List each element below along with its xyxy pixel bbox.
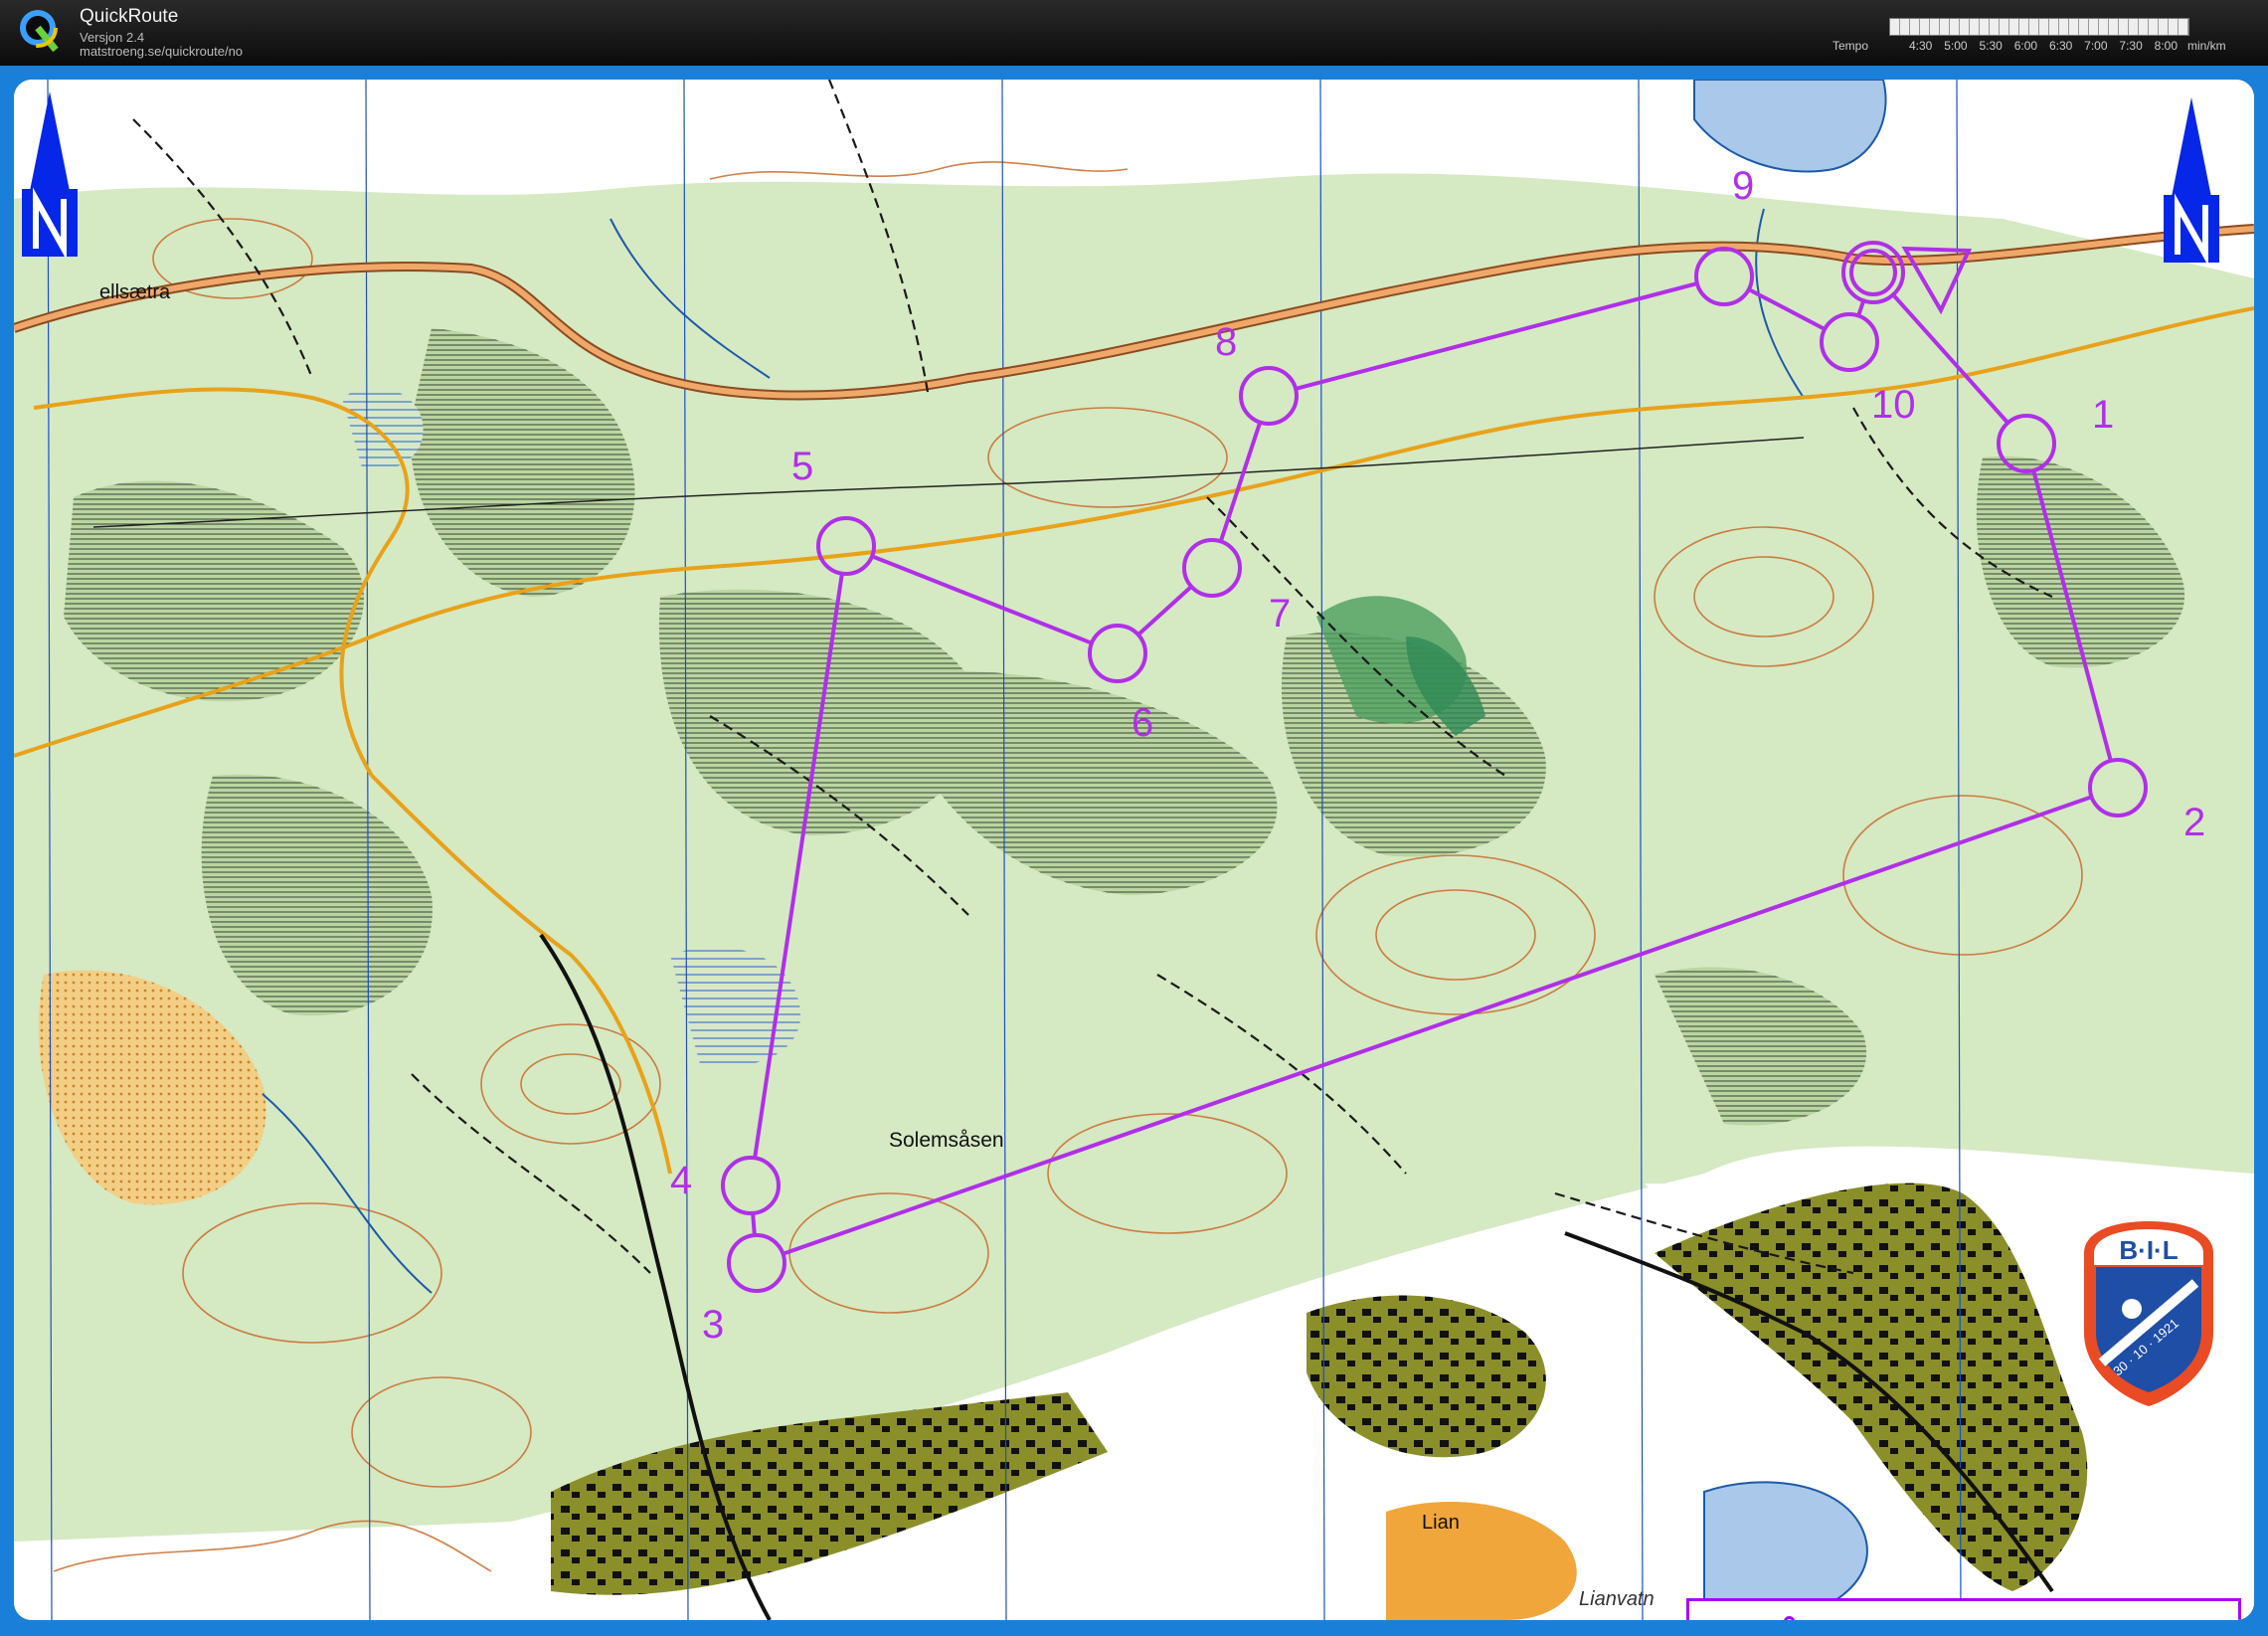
map-canvas[interactable]: ellsætra Solemsåsen Lian Lianvatn 1 2 3 4 5 6… <box>14 80 2254 1620</box>
place-name: Solemsåsen <box>889 1129 1004 1152</box>
place-name: Lian <box>1422 1512 1460 1534</box>
tempo-unit: min/km <box>2187 39 2226 53</box>
control-number: 10 <box>1871 383 1916 427</box>
control-number: 4 <box>670 1159 692 1202</box>
tempo-tick: 5:00 <box>1944 39 1968 53</box>
club-logo-name: B·I·L <box>2119 1235 2178 1265</box>
tempo-tick: 4:30 <box>1909 39 1933 53</box>
map-frame: ellsætra Solemsåsen Lian Lianvatn 1 2 3 4 5 6… <box>0 66 2268 1636</box>
tempo-tick: 7:00 <box>2084 39 2108 53</box>
place-name: ellsætra <box>99 281 171 303</box>
app-url[interactable]: matstroeng.se/quickroute/no <box>80 44 243 59</box>
title-bar: QuickRoute Versjon 2.4 matstroeng.se/qui… <box>0 0 2268 66</box>
north-arrow-icon <box>22 91 78 257</box>
club-logo: B·I·L 30 · 10 · 1921 <box>2084 1221 2213 1406</box>
tempo-label: Tempo <box>1832 39 1869 53</box>
tempo-color-scale <box>1889 18 2189 36</box>
tempo-tick: 5:30 <box>1979 39 2003 53</box>
app-version: Versjon 2.4 <box>80 30 145 45</box>
control-number: 3 <box>702 1303 724 1347</box>
app-title: QuickRoute <box>80 6 179 27</box>
tempo-ticks: 4:30 5:00 5:30 6:00 6:30 7:00 7:30 8:00 <box>1909 39 2178 53</box>
map-title-box: Byåsennatta 21/9-2016 <box>1686 1598 2241 1620</box>
control-number: 9 <box>1732 164 1754 208</box>
control-number: 6 <box>1132 701 1153 745</box>
map-title: Byåsennatta 21/9-2016 <box>1718 1611 2209 1620</box>
course-leg <box>751 1212 757 1236</box>
control-number: 7 <box>1269 592 1291 636</box>
control-number: 8 <box>1215 320 1237 364</box>
tempo-tick: 6:30 <box>2048 39 2073 53</box>
control-number: 2 <box>2183 801 2205 844</box>
tempo-tick: 8:00 <box>2154 39 2178 53</box>
place-name: Lianvatn <box>1579 1588 1655 1610</box>
control-number: 5 <box>791 445 813 488</box>
north-arrow-icon <box>2164 97 2219 263</box>
quickroute-logo-icon <box>18 8 59 53</box>
tempo-tick: 7:30 <box>2119 39 2143 53</box>
control-number: 1 <box>2092 393 2114 437</box>
tempo-tick: 6:00 <box>2013 39 2038 53</box>
orienteering-map[interactable]: ellsætra Solemsåsen Lian Lianvatn 1 2 3 4 5 6… <box>14 80 2254 1620</box>
